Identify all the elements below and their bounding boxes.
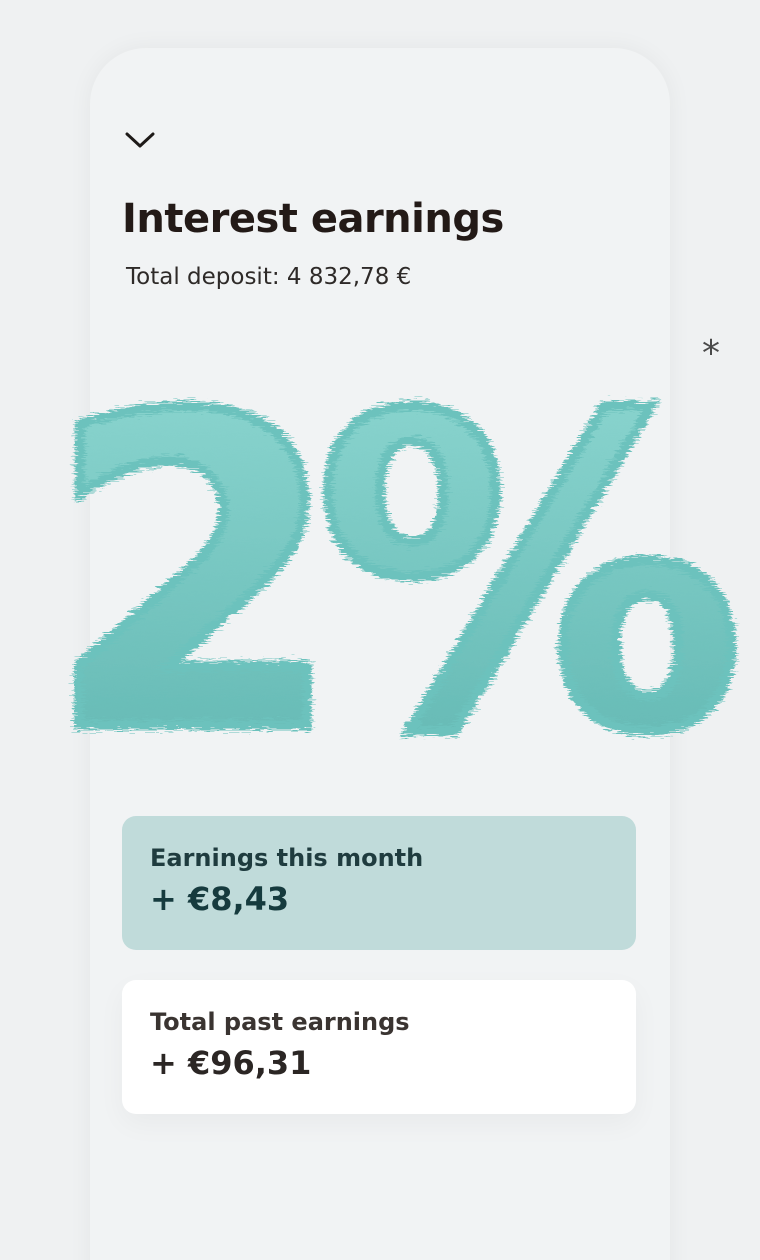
chevron-down-icon[interactable] — [124, 128, 156, 152]
total-past-earnings-label: Total past earnings — [150, 1008, 410, 1036]
rate-percent-text: 2% — [45, 327, 737, 827]
total-past-earnings-value: + €96,31 — [150, 1044, 312, 1082]
earnings-this-month-label: Earnings this month — [150, 844, 424, 872]
interest-rate-graphic: 2% — [40, 322, 760, 832]
earnings-this-month-value: + €8,43 — [150, 880, 290, 918]
page-title: Interest earnings — [122, 196, 504, 242]
total-deposit-text: Total deposit: 4 832,78 € — [126, 264, 412, 290]
screen: Interest earnings Total deposit: 4 832,7… — [0, 0, 760, 1260]
total-past-earnings-card[interactable]: Total past earnings + €96,31 — [122, 980, 636, 1114]
earnings-this-month-card[interactable]: Earnings this month + €8,43 — [122, 816, 636, 950]
